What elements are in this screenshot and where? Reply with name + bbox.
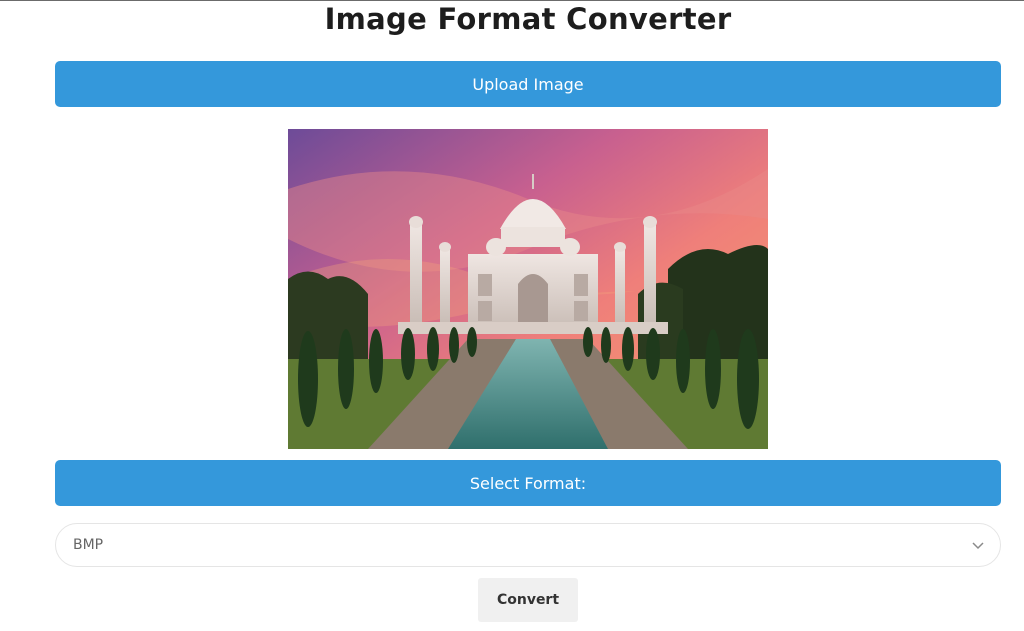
image-preview — [288, 129, 768, 449]
select-format-label: Select Format: — [55, 460, 1001, 506]
upload-image-button[interactable]: Upload Image — [55, 61, 1001, 107]
format-select-value: BMP — [73, 537, 104, 553]
format-select[interactable]: BMP — [55, 523, 1001, 567]
convert-button[interactable]: Convert — [478, 578, 578, 622]
page-title: Image Format Converter — [324, 2, 732, 36]
select-format-text: Select Format: — [469, 473, 587, 493]
chevron-down-icon — [972, 542, 984, 550]
taj-mahal-photo — [288, 129, 768, 449]
convert-button-label: Convert — [496, 592, 560, 608]
upload-image-label: Upload Image — [472, 74, 584, 94]
